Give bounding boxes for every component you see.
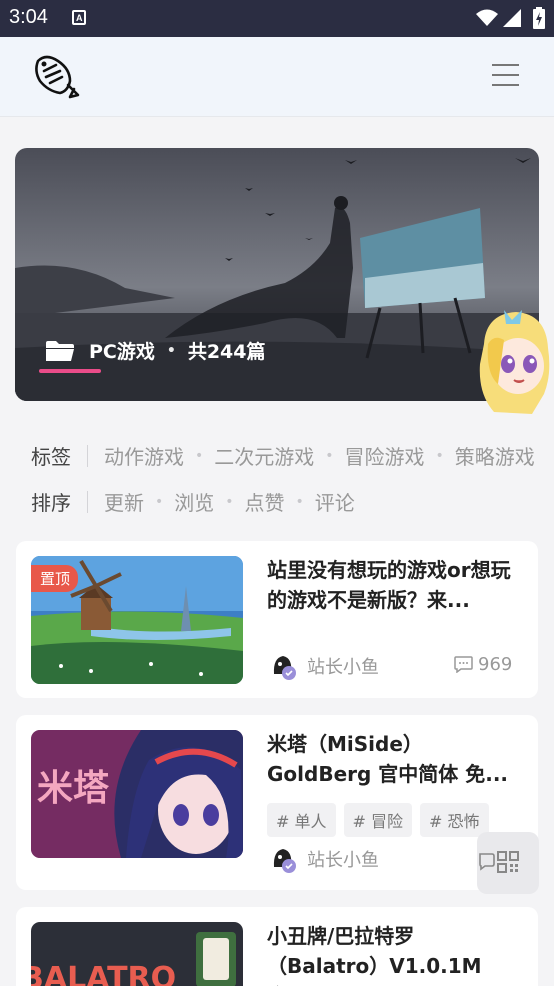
post-card[interactable]: 置顶 站里没有想玩的游戏or想玩的游戏不是新版？来... 站长小鱼 969 [16,541,538,698]
miside-logo-text: 米塔 [37,768,110,809]
category-banner[interactable]: PC游戏 • 共244篇 [15,148,539,401]
pinned-badge: 置顶 [31,565,79,592]
app-header [0,37,554,117]
tag-chip[interactable]: # 冒险 [343,803,412,837]
comment-icon [454,656,473,673]
hamburger-icon [492,64,519,66]
banner-underline [39,369,101,373]
miside-thumbnail-image: 米塔 [31,730,243,858]
post-author[interactable]: 站长小鱼 [269,652,379,680]
banner-category: PC游戏 • 共244篇 [45,337,266,364]
post-title[interactable]: 米塔（MiSide）GoldBerg 官中简体 免... [267,729,525,789]
qr-code-button[interactable] [477,832,539,894]
qr-code-icon [479,851,519,873]
post-thumbnail[interactable]: 置顶 [31,556,243,684]
post-title[interactable]: 站里没有想玩的游戏or想玩的游戏不是新版？来... [267,555,525,615]
option-separator: • [435,447,444,464]
option-separator: • [225,493,234,510]
status-time: 3:04 [9,6,48,28]
post-tags: # 单人 # 冒险 # 恐怖 [267,803,497,837]
tag-chip[interactable]: # 单人 [267,803,336,837]
sort-option-views[interactable]: 浏览 [174,487,214,516]
sort-option-comments[interactable]: 评论 [315,487,355,516]
tag-filter-label: 标签 [31,445,71,469]
folder-icon [46,340,74,361]
status-bar: 3:04 A [0,0,554,37]
comment-count[interactable]: 969 [454,654,512,675]
option-separator: • [295,493,304,510]
author-name: 站长小鱼 [307,850,379,871]
divider [87,490,88,513]
banner-post-count: 共244篇 [187,341,266,363]
tag-option-action[interactable]: 动作游戏 [104,441,184,470]
sort-filter-label: 排序 [31,491,71,515]
tag-filter-row: 标签 动作游戏 • 二次元游戏 • 冒险游戏 • 策略游戏 [31,441,535,470]
balatro-logo-text: BALATRO [31,961,176,986]
post-card[interactable]: BALATRO 小丑牌/巴拉特罗（Balatro）V1.0.1M 附... [16,907,538,986]
notification-icon: A [72,10,86,25]
wifi-icon [476,9,498,26]
post-thumbnail[interactable]: BALATRO [31,922,243,986]
banner-category-name: PC游戏 [89,341,155,363]
fish-logo-icon[interactable] [30,51,82,99]
sort-option-likes[interactable]: 点赞 [245,487,285,516]
divider [87,444,88,467]
author-name: 站长小鱼 [307,657,379,678]
post-author[interactable]: 站长小鱼 [269,845,379,873]
author-avatar [269,845,297,873]
sort-filter-row: 排序 更新 • 浏览 • 点赞 • 评论 [31,487,355,516]
comment-count-value: 969 [478,654,513,675]
tag-option-strategy[interactable]: 策略游戏 [455,441,535,470]
tag-option-adventure[interactable]: 冒险游戏 [345,441,425,470]
tag-option-anime[interactable]: 二次元游戏 [214,441,314,470]
sort-option-updated[interactable]: 更新 [104,487,144,516]
signal-icon [503,9,521,27]
post-card[interactable]: 米塔 米塔（MiSide）GoldBerg 官中简体 免... # 单人 # 冒… [16,715,538,890]
banner-separator: • [166,342,176,359]
post-thumbnail[interactable]: 米塔 [31,730,243,858]
balatro-thumbnail-image: BALATRO [31,922,243,986]
option-separator: • [195,447,204,464]
option-separator: • [325,447,334,464]
option-separator: • [155,493,164,510]
author-avatar [269,652,297,680]
post-title[interactable]: 小丑牌/巴拉特罗（Balatro）V1.0.1M 附... [267,921,525,986]
battery-icon [533,7,545,29]
menu-button[interactable] [492,64,526,90]
mascot-sticker[interactable] [474,304,554,416]
